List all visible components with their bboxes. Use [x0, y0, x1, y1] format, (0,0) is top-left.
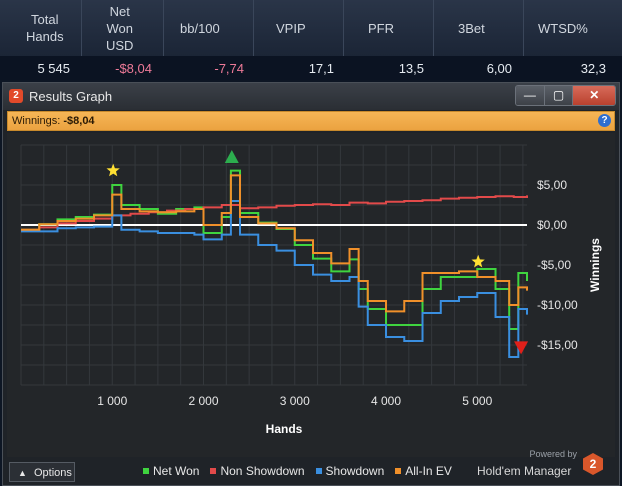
star-marker-icon	[106, 163, 120, 177]
app-logo-icon: 2	[9, 89, 23, 103]
legend-swatch	[315, 468, 322, 474]
x-tick-label: 4 000	[371, 394, 401, 408]
winnings-bar: Winnings: -$8,04 ?	[7, 111, 615, 131]
legend-item-all-in-ev[interactable]: All-In EV	[395, 464, 452, 478]
results-chart: 1 000 2 000 3 000 4 000 5 000 $5,00 $0,00 -$5,0…	[7, 133, 615, 457]
legend-label: Non Showdown	[220, 464, 305, 478]
y-tick-label: -$5,00	[537, 258, 571, 272]
header-label: VPIP	[276, 20, 306, 36]
winnings-summary: Winnings: -$8,04	[12, 115, 95, 127]
legend-item-non-showdown[interactable]: Non Showdown	[210, 464, 305, 478]
header-label: PFR	[368, 20, 394, 36]
winnings-label: Winnings:	[12, 115, 61, 127]
y-tick-label: $0,00	[537, 218, 567, 232]
close-button[interactable]: ✕	[573, 86, 615, 105]
chevron-up-icon: ▲	[18, 468, 27, 478]
legend-item-showdown[interactable]: Showdown	[315, 464, 385, 478]
value-total-hands: 5 545	[37, 60, 70, 76]
powered-by-label: Powered by	[529, 449, 577, 459]
header-label: Total Hands	[26, 12, 64, 44]
chart-legend: Net Won Non Showdown Showdown All-In EV	[143, 464, 452, 478]
low-marker-icon	[514, 341, 529, 355]
options-button[interactable]: ▲ Options	[9, 462, 75, 482]
legend-label: All-In EV	[405, 464, 452, 478]
brand-name: Hold'em Manager	[477, 464, 572, 478]
options-label: Options	[33, 467, 72, 479]
winnings-value: -$8,04	[63, 115, 95, 127]
value-3bet: 6,00	[486, 60, 512, 76]
x-axis-label: Hands	[266, 422, 303, 436]
window-titlebar[interactable]: 2 Results Graph — ▢ ✕	[3, 83, 619, 110]
legend-swatch	[210, 468, 217, 474]
header-label: WTSD%	[538, 20, 588, 36]
stats-table: Total Hands Net Won USD bb/100 VPIP PFR …	[0, 0, 622, 80]
legend-item-net-won[interactable]: Net Won	[143, 464, 199, 478]
series-line-all-in-ev	[21, 174, 528, 313]
x-tick-label: 1 000	[97, 394, 127, 408]
header-vpip[interactable]: VPIP	[254, 0, 344, 56]
results-graph-window: 2 Results Graph — ▢ ✕ Winnings: -$8,04 ?…	[2, 82, 620, 486]
maximize-button[interactable]: ▢	[544, 86, 574, 105]
legend-swatch	[395, 468, 402, 474]
x-tick-label: 2 000	[188, 394, 218, 408]
peak-marker-icon	[224, 150, 239, 163]
legend-swatch	[143, 468, 149, 474]
help-icon[interactable]: ?	[598, 114, 611, 127]
y-tick-label: $5,00	[537, 178, 567, 192]
results-chart-svg: 1 000 2 000 3 000 4 000 5 000 $5,00 $0,00 -$5,0…	[20, 144, 602, 436]
value-bb100: -7,74	[214, 60, 244, 76]
value-net-won-usd: -$8,04	[115, 60, 152, 76]
header-pfr[interactable]: PFR	[344, 0, 434, 56]
legend-label: Net Won	[153, 464, 200, 478]
window-title: Results Graph	[29, 89, 113, 104]
y-tick-label: -$10,00	[537, 298, 578, 312]
x-tick-label: 3 000	[280, 394, 310, 408]
header-label: 3Bet	[458, 20, 485, 36]
value-wtsd: 32,3	[580, 60, 606, 76]
x-tick-label: 5 000	[462, 394, 492, 408]
header-3bet[interactable]: 3Bet	[434, 0, 524, 56]
header-wtsd[interactable]: WTSD%	[524, 0, 622, 56]
window-controls: — ▢ ✕	[515, 85, 616, 106]
header-label: Net Won USD	[106, 3, 134, 53]
y-axis-label: Winnings	[588, 238, 602, 292]
header-net-won-usd[interactable]: Net Won USD	[82, 0, 164, 56]
legend-label: Showdown	[325, 464, 385, 478]
window-footer: ▲ Options Net Won Non Showdown Showdown …	[3, 449, 619, 485]
header-label: bb/100	[180, 20, 220, 36]
y-tick-label: -$15,00	[537, 338, 578, 352]
header-total-hands[interactable]: Total Hands	[0, 0, 82, 56]
minimize-button[interactable]: —	[516, 86, 545, 105]
value-vpip: 17,1	[308, 60, 334, 76]
header-bb100[interactable]: bb/100	[164, 0, 254, 56]
star-marker-icon	[471, 254, 485, 268]
value-pfr: 13,5	[398, 60, 424, 76]
